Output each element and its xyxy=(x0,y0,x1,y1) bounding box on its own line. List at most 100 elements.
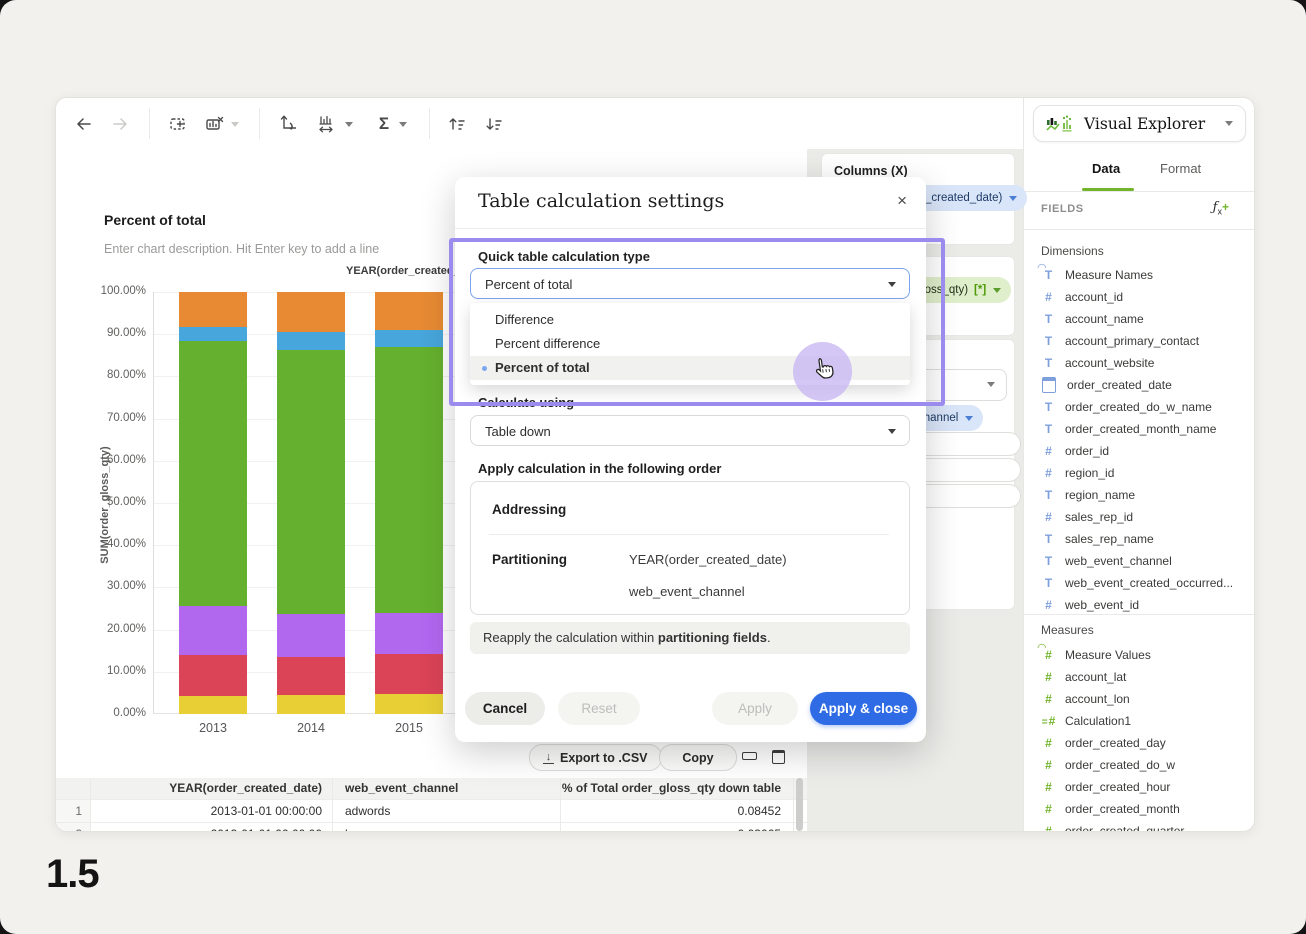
measure-calculation1[interactable]: =#Calculation1 xyxy=(1024,710,1239,732)
copy-button[interactable]: Copy xyxy=(659,744,737,771)
x-tick-label: 2014 xyxy=(277,721,345,735)
segment-red[interactable] xyxy=(277,657,345,695)
measure-order-created-quarter[interactable]: #order_created_quarter xyxy=(1024,820,1239,832)
dimension-account-name[interactable]: Taccount_name xyxy=(1024,308,1239,330)
dimension-region-name[interactable]: Tregion_name xyxy=(1024,484,1239,506)
forward-icon[interactable] xyxy=(107,111,133,137)
segment-green[interactable] xyxy=(179,341,247,607)
measure-account-lon[interactable]: #account_lon xyxy=(1024,688,1239,710)
measure-values-icon: ◠# xyxy=(1041,648,1056,662)
stacked-bar-2014[interactable] xyxy=(277,292,345,714)
column-header[interactable]: YEAR(order_created_date) xyxy=(91,778,333,799)
maximize-results-icon[interactable] xyxy=(772,750,785,764)
fx-plus-icon[interactable]: ƒx+ xyxy=(1213,199,1229,217)
back-icon[interactable] xyxy=(71,111,97,137)
menu-option-difference[interactable]: Difference xyxy=(470,308,910,332)
segment-blue[interactable] xyxy=(277,332,345,350)
segment-red[interactable] xyxy=(375,654,443,695)
order-label: Apply calculation in the following order xyxy=(478,461,721,476)
measure-order-created-do-w[interactable]: #order_created_do_w xyxy=(1024,754,1239,776)
segment-blue[interactable] xyxy=(375,330,443,347)
table-row[interactable]: 12013-01-01 00:00:00adwords0.08452 xyxy=(56,800,807,823)
apply-button[interactable]: Apply xyxy=(712,692,798,725)
apply-and-close-button[interactable]: Apply & close xyxy=(810,692,917,725)
dimension-web-event-id[interactable]: #web_event_id xyxy=(1024,594,1239,616)
sort-ascending-icon[interactable] xyxy=(444,111,470,137)
dimension-account-id[interactable]: #account_id xyxy=(1024,286,1239,308)
measure-order-created-hour[interactable]: #order_created_hour xyxy=(1024,776,1239,798)
dimension-sales-rep-id[interactable]: #sales_rep_id xyxy=(1024,506,1239,528)
segment-orange[interactable] xyxy=(179,292,247,327)
toolbar-separator xyxy=(259,108,260,139)
segment-yellow[interactable] xyxy=(179,696,247,714)
dimension-order-created-date[interactable]: order_created_date xyxy=(1024,374,1239,396)
delete-chart-icon[interactable] xyxy=(202,111,228,137)
reset-button[interactable]: Reset xyxy=(558,692,640,725)
aggregate-sigma-icon[interactable]: Σ xyxy=(371,111,397,137)
segment-blue[interactable] xyxy=(179,327,247,341)
segment-purple[interactable] xyxy=(277,614,345,657)
measures-list: ◠#Measure Values#account_lat#account_lon… xyxy=(1024,644,1239,832)
partitioning-field: web_event_channel xyxy=(629,584,745,599)
measure-names-icon: ◠T xyxy=(1041,268,1056,282)
segment-yellow[interactable] xyxy=(277,695,345,714)
segment-red[interactable] xyxy=(179,655,247,697)
stacked-bar-2015[interactable] xyxy=(375,292,443,714)
dimension-sales-rep-name[interactable]: Tsales_rep_name xyxy=(1024,528,1239,550)
number-icon: # xyxy=(1041,802,1056,816)
sort-descending-icon[interactable] xyxy=(481,111,507,137)
dimension-order-id[interactable]: #order_id xyxy=(1024,440,1239,462)
caret-down-icon[interactable] xyxy=(228,111,242,137)
chart-type-icon[interactable] xyxy=(314,111,340,137)
number-icon: # xyxy=(1041,824,1056,832)
dimension-account-primary-contact[interactable]: Taccount_primary_contact xyxy=(1024,330,1239,352)
caret-down-icon[interactable] xyxy=(396,111,410,137)
dimension-web-event-created-occurred-[interactable]: Tweb_event_created_occurred... xyxy=(1024,572,1239,594)
measure-measure-values[interactable]: ◠#Measure Values xyxy=(1024,644,1239,666)
divider xyxy=(1024,614,1255,615)
caret-down-icon[interactable] xyxy=(342,111,356,137)
table-row[interactable]: 22013-01-01 00:00:00banner0.03065 xyxy=(56,823,807,832)
close-icon[interactable]: × xyxy=(897,191,907,211)
results-scrollbar[interactable] xyxy=(796,778,803,831)
y-tick-label: 0.00% xyxy=(88,707,146,719)
reapply-note: Reapply the calculation within partition… xyxy=(470,622,910,654)
download-icon: ↓ xyxy=(543,752,554,764)
dimension-measure-names[interactable]: ◠TMeasure Names xyxy=(1024,264,1239,286)
quick-calc-select[interactable]: Percent of total xyxy=(470,268,910,299)
minimize-results-icon[interactable] xyxy=(742,752,757,760)
stacked-bar-2013[interactable] xyxy=(179,292,247,714)
chart-description-placeholder[interactable]: Enter chart description. Hit Enter key t… xyxy=(104,242,379,256)
number-icon: # xyxy=(1041,510,1056,524)
app-window: Σ Percent of total Enter chart descripti… xyxy=(0,0,1306,934)
segment-green[interactable] xyxy=(375,347,443,612)
column-header[interactable]: web_event_channel xyxy=(333,778,561,799)
export-csv-button[interactable]: ↓ Export to .CSV xyxy=(529,744,662,771)
swap-axes-icon[interactable] xyxy=(275,111,301,137)
dimension-order-created-do-w-name[interactable]: Torder_created_do_w_name xyxy=(1024,396,1239,418)
segment-yellow[interactable] xyxy=(375,694,443,714)
measure-order-created-month[interactable]: #order_created_month xyxy=(1024,798,1239,820)
duplicate-chart-icon[interactable] xyxy=(166,111,192,137)
dimension-order-created-month-name[interactable]: Torder_created_month_name xyxy=(1024,418,1239,440)
number-icon: # xyxy=(1041,444,1056,458)
segment-purple[interactable] xyxy=(179,606,247,654)
dimension-account-website[interactable]: Taccount_website xyxy=(1024,352,1239,374)
segment-green[interactable] xyxy=(277,350,345,614)
cancel-button[interactable]: Cancel xyxy=(465,692,545,725)
segment-orange[interactable] xyxy=(277,292,345,332)
calculation-icon: =# xyxy=(1041,714,1056,728)
divider xyxy=(455,228,926,229)
y-tick-label: 10.00% xyxy=(88,665,146,677)
dimension-web-event-channel[interactable]: Tweb_event_channel xyxy=(1024,550,1239,572)
segment-orange[interactable] xyxy=(375,292,443,330)
tab-data[interactable]: Data xyxy=(1092,161,1120,176)
dimension-region-id[interactable]: #region_id xyxy=(1024,462,1239,484)
segment-purple[interactable] xyxy=(375,613,443,654)
tab-format[interactable]: Format xyxy=(1160,161,1201,176)
column-header[interactable]: % of Total order_gloss_qty down table xyxy=(561,778,794,799)
explorer-switcher[interactable]: Visual Explorer xyxy=(1033,105,1246,142)
calculate-using-select[interactable]: Table down xyxy=(470,415,910,446)
measure-account-lat[interactable]: #account_lat xyxy=(1024,666,1239,688)
measure-order-created-day[interactable]: #order_created_day xyxy=(1024,732,1239,754)
